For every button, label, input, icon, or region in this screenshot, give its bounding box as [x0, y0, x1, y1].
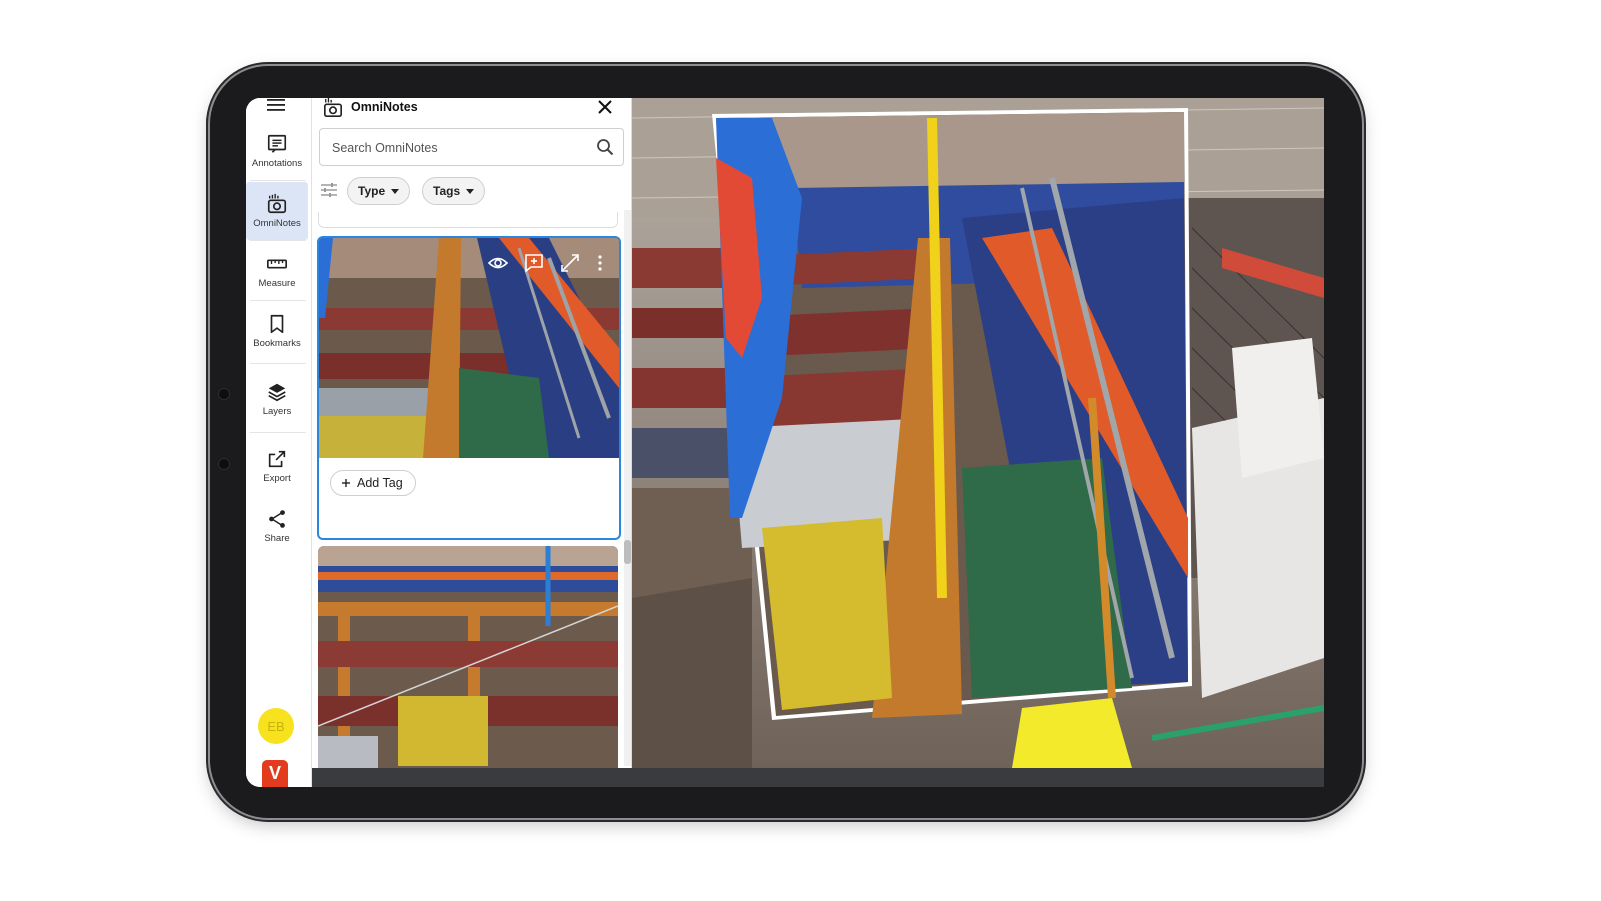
search-input[interactable] [332, 138, 582, 158]
rail-divider [250, 180, 306, 181]
rail-label-annotations: Annotations [251, 158, 303, 169]
left-rail: Annotations OmniNotes Measure Bookmarks … [246, 98, 312, 787]
share-icon [269, 510, 285, 528]
tags-filter-chip[interactable]: Tags [422, 177, 486, 205]
search-icon[interactable] [596, 138, 614, 156]
add-tag-button[interactable]: Add Tag [330, 470, 416, 496]
bottom-toolbar [312, 768, 1324, 787]
rail-divider [250, 300, 306, 301]
note-thumbnail[interactable] [319, 238, 619, 458]
note-card-previous[interactable] [318, 212, 618, 228]
caret-down-icon [391, 188, 400, 194]
rail-label-share: Share [264, 533, 290, 544]
close-icon[interactable] [597, 99, 613, 115]
note-card-selected[interactable]: Add Tag [317, 236, 621, 540]
bookmark-icon [270, 314, 284, 334]
omninotes-list: Add Tag [312, 212, 622, 768]
rail-divider [250, 432, 306, 433]
type-filter-chip[interactable]: Type [347, 177, 411, 205]
construction-photo-thumbnail [318, 546, 618, 768]
rail-label-export: Export [263, 473, 291, 484]
caret-down-icon [466, 188, 475, 194]
rail-label-bookmarks: Bookmarks [253, 338, 301, 349]
tablet-camera [218, 388, 230, 400]
search-box [319, 128, 624, 166]
card-actions [487, 252, 605, 274]
rail-label-omninotes: OmniNotes [253, 218, 301, 229]
panel-scrollbar[interactable] [624, 210, 631, 766]
type-filter-label: Type [358, 184, 386, 198]
rail-label-measure: Measure [258, 278, 296, 289]
app-screen: Annotations OmniNotes Measure Bookmarks … [246, 98, 1324, 787]
panel-title: OmniNotes [351, 100, 418, 114]
add-tag-label: Add Tag [357, 476, 403, 490]
rail-item-export[interactable]: Export [246, 437, 308, 495]
add-comment-icon[interactable] [523, 252, 545, 274]
construction-site-panorama [632, 98, 1324, 768]
note-card[interactable] [318, 546, 618, 768]
rail-divider [250, 240, 306, 241]
tablet-sensor [218, 458, 230, 470]
plus-icon [342, 479, 350, 487]
app-logo: V [262, 760, 288, 787]
photo-viewer[interactable] [632, 98, 1324, 768]
tags-filter-label: Tags [433, 184, 461, 198]
more-vertical-icon[interactable] [595, 252, 605, 274]
expand-icon[interactable] [559, 252, 581, 274]
rail-item-layers[interactable]: Layers [246, 370, 308, 428]
rail-item-measure[interactable]: Measure [246, 242, 308, 300]
rail-item-bookmarks[interactable]: Bookmarks [246, 302, 308, 360]
omninotes-icon [267, 193, 287, 214]
omninotes-panel: OmniNotes Type Tags [312, 98, 632, 768]
rail-item-annotations[interactable]: Annotations [246, 122, 308, 180]
rail-item-share[interactable]: Share [246, 497, 308, 555]
filter-sliders-icon[interactable] [320, 182, 338, 198]
ruler-icon [267, 259, 287, 269]
export-icon [268, 450, 286, 468]
rail-divider [250, 363, 306, 364]
user-avatar[interactable]: EB [258, 708, 294, 744]
photo-overlay [712, 108, 1192, 720]
annotations-icon [267, 134, 287, 153]
rail-item-omninotes[interactable]: OmniNotes [246, 182, 308, 240]
eye-icon[interactable] [487, 252, 509, 274]
hamburger-menu-icon[interactable] [266, 98, 286, 112]
scrollbar-thumb[interactable] [624, 540, 631, 564]
layers-icon [268, 383, 286, 402]
omninotes-icon [324, 98, 342, 117]
rail-label-layers: Layers [262, 406, 292, 417]
